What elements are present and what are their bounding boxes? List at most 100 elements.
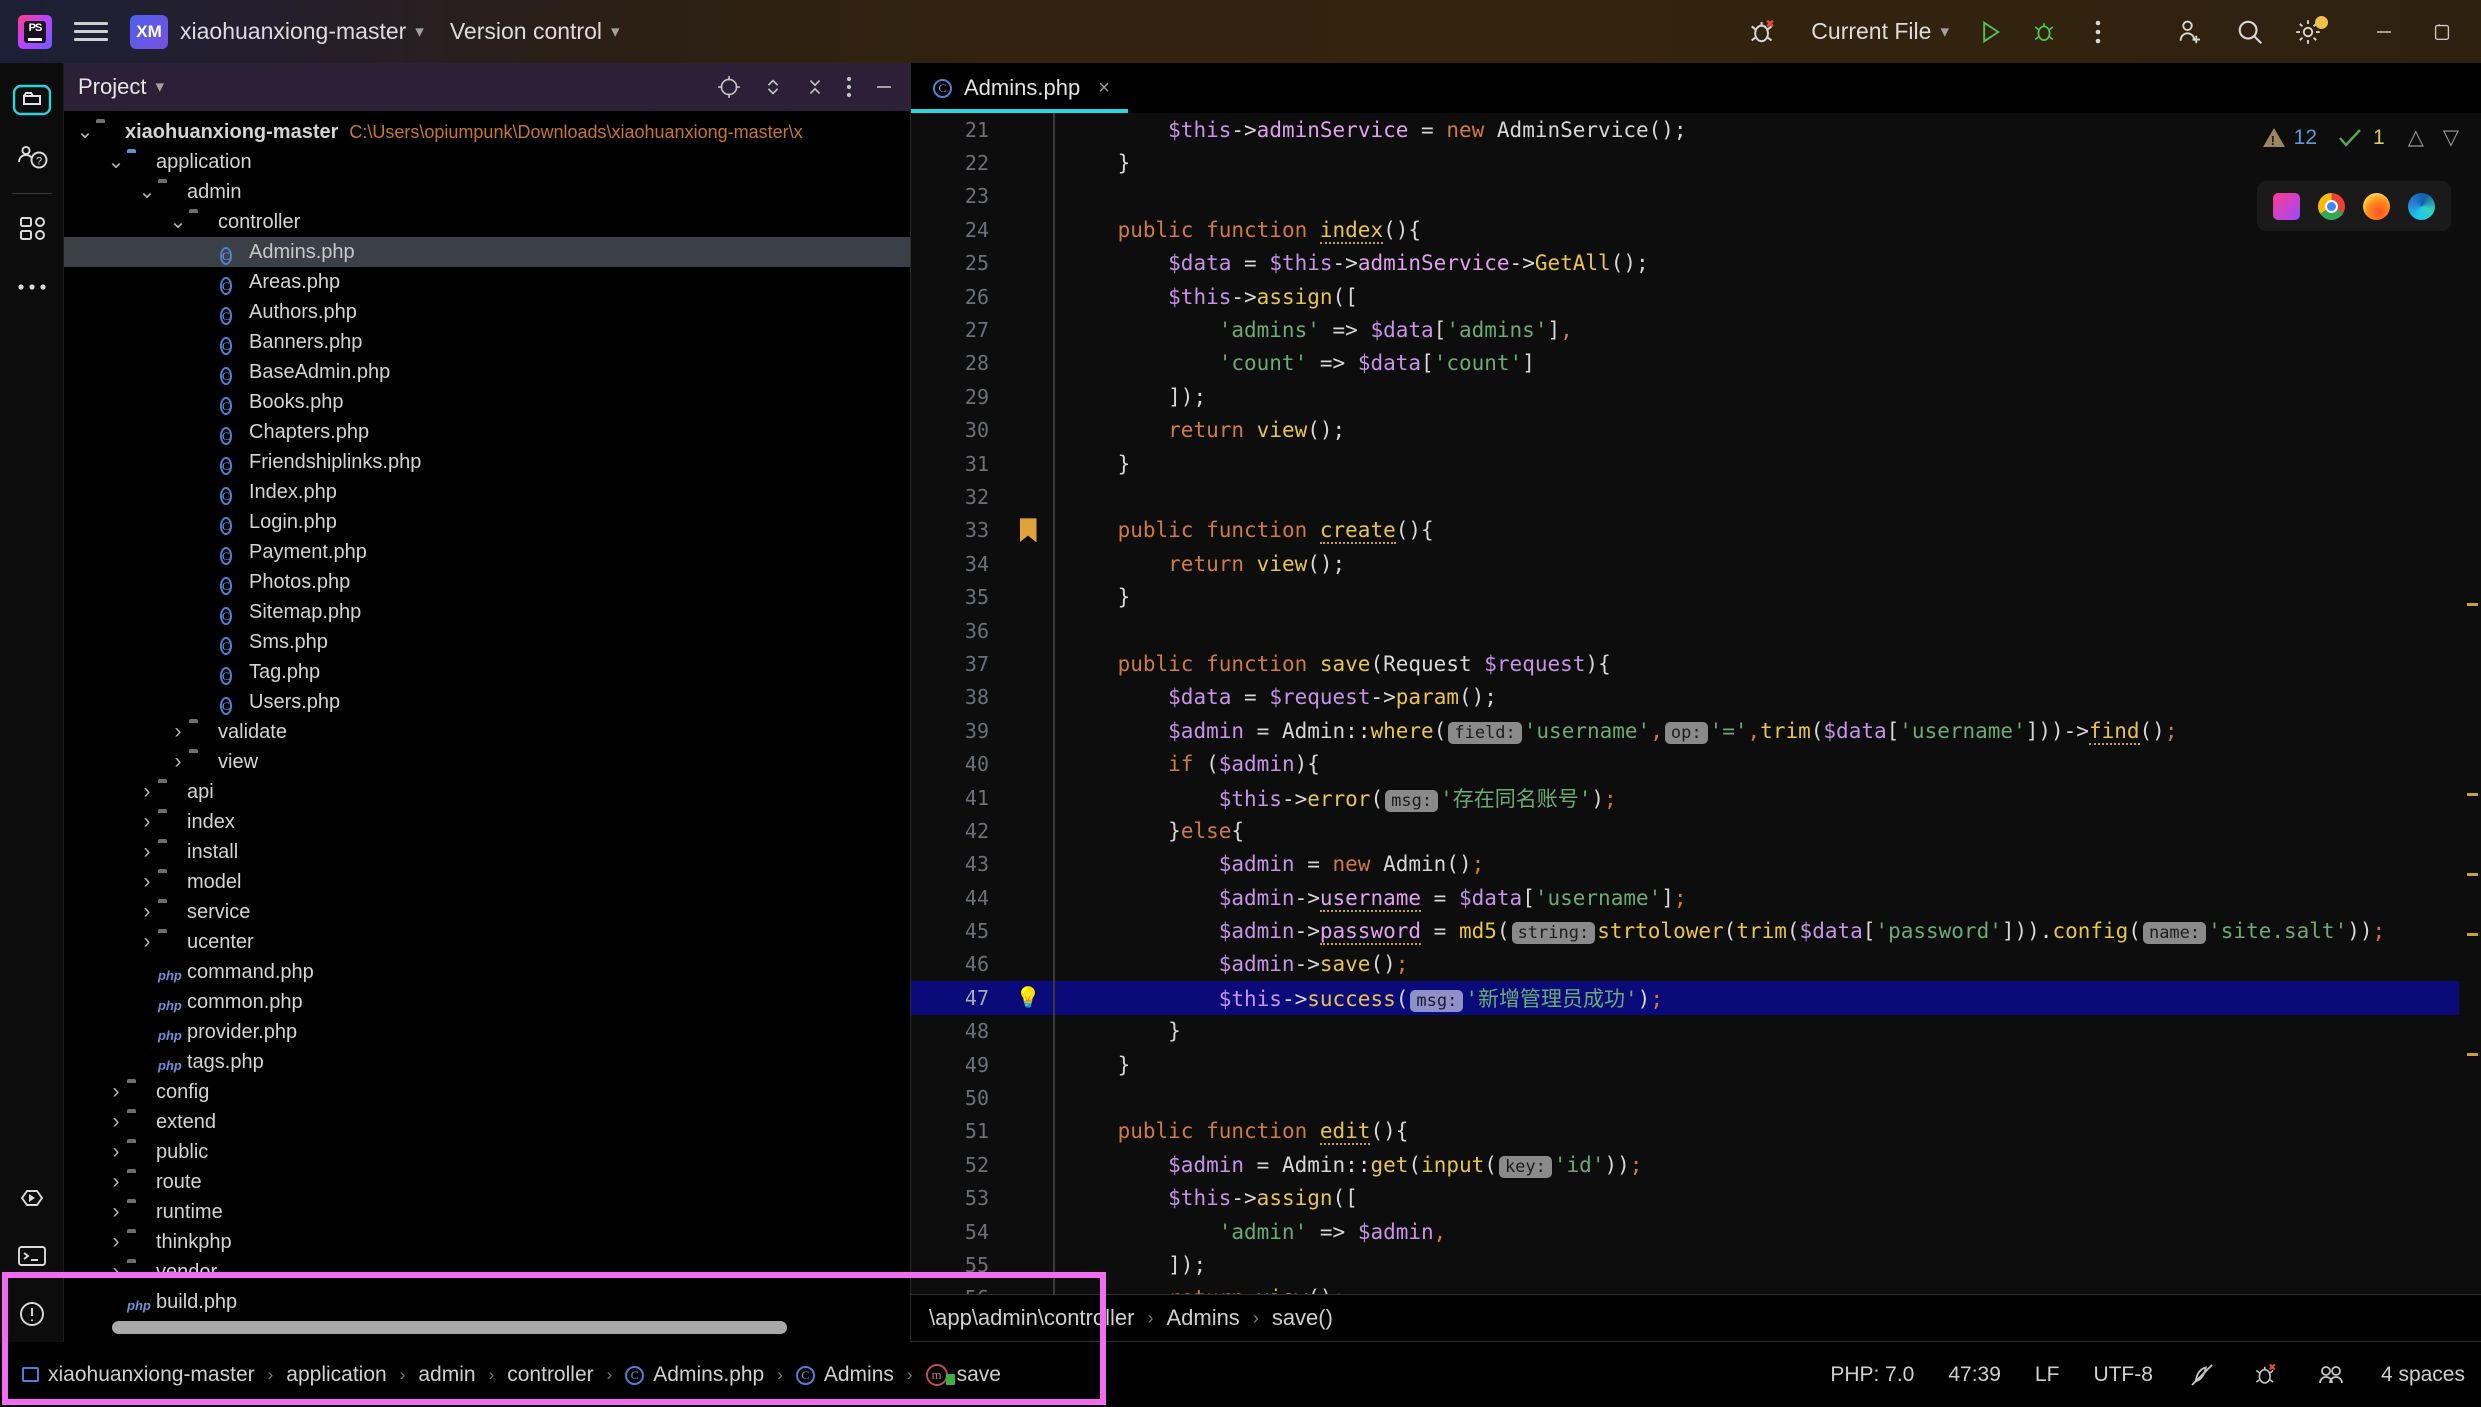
code-line[interactable]: 25 $data = $this->adminService->GetAll()… bbox=[911, 247, 2481, 280]
code-line[interactable]: 23 bbox=[911, 180, 2481, 213]
chevron-down-icon[interactable]: ⌄ bbox=[167, 212, 189, 232]
tree-horizontal-scrollbar[interactable] bbox=[112, 1321, 787, 1334]
code-line[interactable]: 53 $this->assign([ bbox=[911, 1182, 2481, 1215]
line-separator-widget[interactable]: LF bbox=[2035, 1363, 2060, 1387]
chevron-right-icon[interactable]: › bbox=[136, 840, 158, 864]
chevron-right-icon[interactable]: › bbox=[105, 1230, 127, 1254]
tree-node[interactable]: › vendor bbox=[64, 1257, 910, 1287]
terminal-tool-icon[interactable] bbox=[0, 1227, 64, 1285]
project-tree[interactable]: ⌄ xiaohuanxiong-master C:\Users\opiumpunk\… bbox=[64, 111, 910, 1314]
tree-node[interactable]: › config bbox=[64, 1077, 910, 1107]
code-line[interactable]: 32 bbox=[911, 480, 2481, 513]
code-line[interactable]: 29 ]); bbox=[911, 380, 2481, 413]
tree-node[interactable]: › validate bbox=[64, 717, 910, 747]
chevron-down-icon[interactable]: ▾ bbox=[611, 22, 620, 42]
code-line[interactable]: 26 $this->assign([ bbox=[911, 280, 2481, 313]
encoding-widget[interactable]: UTF-8 bbox=[2093, 1363, 2153, 1387]
code-line[interactable]: 35 } bbox=[911, 580, 2481, 613]
navbar-item[interactable]: admin bbox=[418, 1363, 475, 1387]
version-control-menu[interactable]: Version control bbox=[450, 18, 602, 45]
tree-node[interactable]: › route bbox=[64, 1167, 910, 1197]
tree-node[interactable]: › service bbox=[64, 897, 910, 927]
caret-position-widget[interactable]: 47:39 bbox=[1948, 1363, 2001, 1387]
navbar-item[interactable]: xiaohuanxiong-master bbox=[22, 1363, 255, 1387]
editor-tab-admins-php[interactable]: C Admins.php × bbox=[911, 63, 1128, 113]
tree-node[interactable]: › extend bbox=[64, 1107, 910, 1137]
breadcrumb-item[interactable]: Admins bbox=[1166, 1305, 1239, 1331]
tree-node[interactable]: ›phpcommand.php bbox=[64, 957, 910, 987]
code-line[interactable]: 30 return view(); bbox=[911, 414, 2481, 447]
code-line[interactable]: 40 if ($admin){ bbox=[911, 747, 2481, 780]
tree-node[interactable]: ›CFriendshiplinks.php bbox=[64, 447, 910, 477]
debug-icon[interactable] bbox=[2017, 8, 2071, 56]
tree-node[interactable]: ›CTag.php bbox=[64, 657, 910, 687]
commit-tool-icon[interactable]: ? bbox=[0, 129, 64, 187]
navbar-item[interactable]: C Admins bbox=[795, 1363, 894, 1387]
chevron-right-icon[interactable]: › bbox=[105, 1080, 127, 1104]
code-line[interactable]: 21 $this->adminService = new AdminServic… bbox=[911, 113, 2481, 146]
chevron-right-icon[interactable]: › bbox=[105, 1140, 127, 1164]
chevron-down-icon[interactable]: ▾ bbox=[1940, 22, 1949, 42]
navbar-item[interactable]: m save bbox=[925, 1363, 1001, 1387]
code-line[interactable]: 55 ]); bbox=[911, 1248, 2481, 1281]
code-line[interactable]: 39 $admin = Admin::where(field:'username… bbox=[911, 714, 2481, 747]
tree-node[interactable]: ›CSms.php bbox=[64, 627, 910, 657]
navbar-item[interactable]: C Admins.php bbox=[625, 1363, 764, 1387]
tree-node[interactable]: › api bbox=[64, 777, 910, 807]
tree-node[interactable]: ›CPhotos.php bbox=[64, 567, 910, 597]
project-panel-title[interactable]: Project bbox=[78, 74, 146, 100]
tree-node[interactable]: ›phpbuild.php bbox=[64, 1287, 910, 1314]
tree-node[interactable]: › public bbox=[64, 1137, 910, 1167]
line-gutter[interactable]: 💡 bbox=[1003, 985, 1053, 1010]
settings-icon[interactable] bbox=[2279, 8, 2337, 56]
structure-tool-icon[interactable] bbox=[0, 200, 64, 258]
tree-node[interactable]: ⌄ admin bbox=[64, 177, 910, 207]
code-line[interactable]: 24 public function index(){ bbox=[911, 213, 2481, 246]
breadcrumb-item[interactable]: \app\admin\controller bbox=[929, 1305, 1134, 1331]
navbar-item[interactable]: controller bbox=[507, 1363, 593, 1387]
code-line[interactable]: 45 $admin->password = md5(string: strtolo… bbox=[911, 914, 2481, 947]
restore-icon[interactable] bbox=[2413, 8, 2471, 56]
locate-file-icon[interactable] bbox=[716, 74, 742, 100]
inspections-off-icon[interactable] bbox=[2187, 1360, 2217, 1390]
editor-markers-gutter[interactable] bbox=[2459, 173, 2481, 1294]
tree-node[interactable]: ›CBooks.php bbox=[64, 387, 910, 417]
tree-node[interactable]: ⌄ application bbox=[64, 147, 910, 177]
code-line[interactable]: 50 bbox=[911, 1081, 2481, 1114]
navbar-item[interactable]: application bbox=[286, 1363, 386, 1387]
chevron-right-icon[interactable]: › bbox=[136, 780, 158, 804]
collapse-all-icon[interactable] bbox=[804, 74, 826, 100]
options-icon[interactable] bbox=[846, 75, 852, 99]
php-version-widget[interactable]: PHP: 7.0 bbox=[1830, 1363, 1914, 1387]
breadcrumb-item[interactable]: save() bbox=[1272, 1305, 1333, 1331]
code-line[interactable]: 47 💡 $this->success(msg: '新增管理员成功'); bbox=[911, 981, 2481, 1015]
tree-node[interactable]: › ucenter bbox=[64, 927, 910, 957]
code-line[interactable]: 48 } bbox=[911, 1015, 2481, 1048]
code-line[interactable]: 44 $admin->username = $data['username']; bbox=[911, 881, 2481, 914]
project-badge[interactable]: XM bbox=[130, 14, 168, 49]
tree-node[interactable]: ›CAdmins.php bbox=[64, 237, 910, 267]
code-line[interactable]: 31 } bbox=[911, 447, 2481, 480]
more-actions-icon[interactable] bbox=[2071, 8, 2125, 56]
search-everywhere-icon[interactable] bbox=[2221, 8, 2279, 56]
code-line[interactable]: 33 public function create(){ bbox=[911, 514, 2481, 547]
tree-node[interactable]: ⌄ xiaohuanxiong-master C:\Users\opiumpunk\… bbox=[64, 117, 910, 147]
code-line[interactable]: 36 bbox=[911, 614, 2481, 647]
close-icon[interactable]: × bbox=[1098, 77, 1110, 100]
tree-node[interactable]: ›CIndex.php bbox=[64, 477, 910, 507]
tree-node[interactable]: ›CChapters.php bbox=[64, 417, 910, 447]
chevron-down-icon[interactable]: ⌄ bbox=[136, 182, 158, 202]
line-gutter[interactable] bbox=[1003, 518, 1053, 543]
project-name-label[interactable]: xiaohuanxiong-master bbox=[180, 18, 406, 45]
code-line[interactable]: 28 'count' => $data['count'] bbox=[911, 347, 2481, 380]
chevron-down-icon[interactable]: ⌄ bbox=[74, 122, 96, 142]
chevron-right-icon[interactable]: › bbox=[167, 720, 189, 744]
code-line[interactable]: 41 $this->error(msg: '存在同名账号'); bbox=[911, 781, 2481, 814]
code-with-me-icon[interactable] bbox=[2315, 1361, 2347, 1389]
code-line[interactable]: 38 $data = $request->param(); bbox=[911, 681, 2481, 714]
chevron-down-icon[interactable]: ▾ bbox=[155, 77, 164, 97]
debug-off-icon[interactable] bbox=[2251, 1360, 2281, 1390]
intention-bulb-icon[interactable]: 💡 bbox=[1016, 985, 1041, 1010]
code-line[interactable]: 56 return view(); bbox=[911, 1282, 2481, 1294]
run-tool-icon[interactable] bbox=[0, 1169, 64, 1227]
